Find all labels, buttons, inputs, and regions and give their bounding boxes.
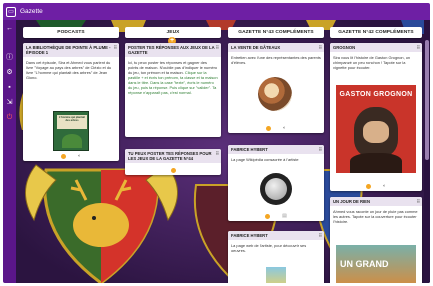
- card-menu-icon[interactable]: ⠿: [216, 45, 219, 50]
- export-icon[interactable]: ⇲: [6, 99, 14, 107]
- status-dot[interactable]: [265, 214, 271, 219]
- wikipedia-logo[interactable]: [260, 173, 292, 205]
- card-menu-icon[interactable]: ⠿: [319, 147, 322, 152]
- card-fabrice-hybert-site[interactable]: FABRICE HYBERT ⠿ La page web de l'artist…: [228, 231, 324, 283]
- card-reponses-gazette-44[interactable]: TU PEUX POSTER TES RÉPONSES POUR LES JEU…: [125, 149, 221, 175]
- card-body: Entretien avec l'une des représentantes …: [231, 55, 321, 65]
- left-rail: ← ⓘ ⚙ ▪ ⇲ ⏻: [3, 20, 16, 283]
- card-grognon[interactable]: GROGNON ⠿ Sira vous lit l'histoire de Ga…: [330, 43, 422, 191]
- info-icon[interactable]: ⓘ: [6, 54, 14, 62]
- power-icon[interactable]: ⏻: [6, 114, 14, 122]
- card-title: POSTER TES RÉPONSES AUX JEUX DE LA GAZET…: [128, 45, 215, 55]
- card-fabrice-hybert-wikipedia[interactable]: FABRICE HYBERT ⠿ La page Wikipédia consa…: [228, 145, 324, 221]
- card-body: Ahmed vous raconte un jour de pluie pas …: [333, 209, 418, 224]
- card-menu-icon[interactable]: ⠿: [417, 45, 420, 50]
- card-title: GROGNON: [333, 45, 356, 50]
- card-body: Sira vous lit l'histoire de Gaston Grogn…: [333, 55, 411, 70]
- column-header-gazette-42[interactable]: GAZETTE N°42 COMPLÉMENTS: [330, 27, 422, 38]
- status-dot[interactable]: [265, 126, 271, 131]
- card-title: LA BIBLIOTHÈQUE DE POINTE À PLUME - ÉPIS…: [26, 45, 111, 55]
- card-body: La page web de l'artiste, pour découvrir…: [231, 243, 307, 253]
- column-header-gazette-43[interactable]: GAZETTE N°43 COMPLÉMENTS: [228, 27, 324, 38]
- arrow-left-icon[interactable]: ←: [6, 25, 14, 33]
- status-dot[interactable]: [170, 168, 176, 173]
- card-menu-icon[interactable]: ⠿: [216, 151, 219, 156]
- card-menu-icon[interactable]: ⠿: [319, 233, 322, 238]
- board-scrollbar[interactable]: [424, 20, 430, 283]
- card-menu-icon[interactable]: ⠿: [417, 199, 420, 204]
- card-podcast-episode-1[interactable]: LA BIBLIOTHÈQUE DE POINTE À PLUME - ÉPIS…: [23, 43, 119, 161]
- folder-icon[interactable]: ▪: [6, 84, 14, 92]
- card-title: FABRICE HYBERT: [231, 233, 268, 238]
- card-poster-reponses[interactable]: POSTER TES RÉPONSES AUX JEUX DE LA GAZET…: [125, 43, 221, 137]
- card-body: Dans cet épisode, Sira et Ahmed vous par…: [26, 60, 112, 80]
- card-title: LA VENTE DE GÂTEAUX: [231, 45, 281, 50]
- app-title: Gazette: [20, 8, 43, 15]
- book-cover-title: L'homme qui plantait des arbres: [59, 116, 85, 122]
- app-window: ▭ Gazette ← ⓘ ⚙ ▪ ⇲ ⏻ PODCASTS JEUX GAZE…: [3, 3, 430, 283]
- card-title: TU PEUX POSTER TES RÉPONSES POUR LES JEU…: [128, 151, 212, 161]
- scrollbar-thumb[interactable]: [425, 40, 429, 160]
- speaker-icon[interactable]: 🔈︎: [78, 154, 81, 159]
- settings-icon[interactable]: ⚙: [6, 69, 14, 77]
- book-cover-image[interactable]: L'homme qui plantait des arbres: [53, 111, 89, 151]
- card-title: UN JOUR DE RIEN: [333, 199, 370, 204]
- cakes-photo[interactable]: [258, 77, 292, 111]
- un-jour-de-rien-cover[interactable]: UN GRAND: [336, 245, 416, 283]
- card-menu-icon[interactable]: ⠿: [114, 45, 117, 50]
- card-body: La page Wikipédia consacrée à l'artiste: [231, 157, 299, 162]
- card-vente-gateaux[interactable]: LA VENTE DE GÂTEAUX ⠿ Entretien avec l'u…: [228, 43, 324, 133]
- speaker-icon[interactable]: 🔈︎: [383, 184, 386, 189]
- column-header-podcasts[interactable]: PODCASTS: [23, 27, 119, 38]
- cover-title: UN GRAND: [340, 259, 389, 269]
- document-icon[interactable]: ▤: [282, 214, 287, 219]
- speaker-icon[interactable]: 🔈︎: [283, 126, 286, 131]
- card-un-jour-de-rien[interactable]: UN JOUR DE RIEN ⠿ Ahmed vous raconte un …: [330, 197, 422, 283]
- top-bar: ▭ Gazette: [3, 3, 430, 20]
- gaston-grognon-cover[interactable]: GASTON GROGNON: [336, 85, 416, 173]
- artwork-thumbnail[interactable]: [266, 267, 286, 283]
- status-dot[interactable]: [60, 154, 66, 159]
- card-menu-icon[interactable]: ⠿: [319, 45, 322, 50]
- cover-title: GASTON GROGNON: [339, 91, 413, 98]
- status-dot[interactable]: [365, 184, 371, 189]
- app-logo-icon: ▭: [6, 6, 16, 17]
- card-title: FABRICE HYBERT: [231, 147, 268, 152]
